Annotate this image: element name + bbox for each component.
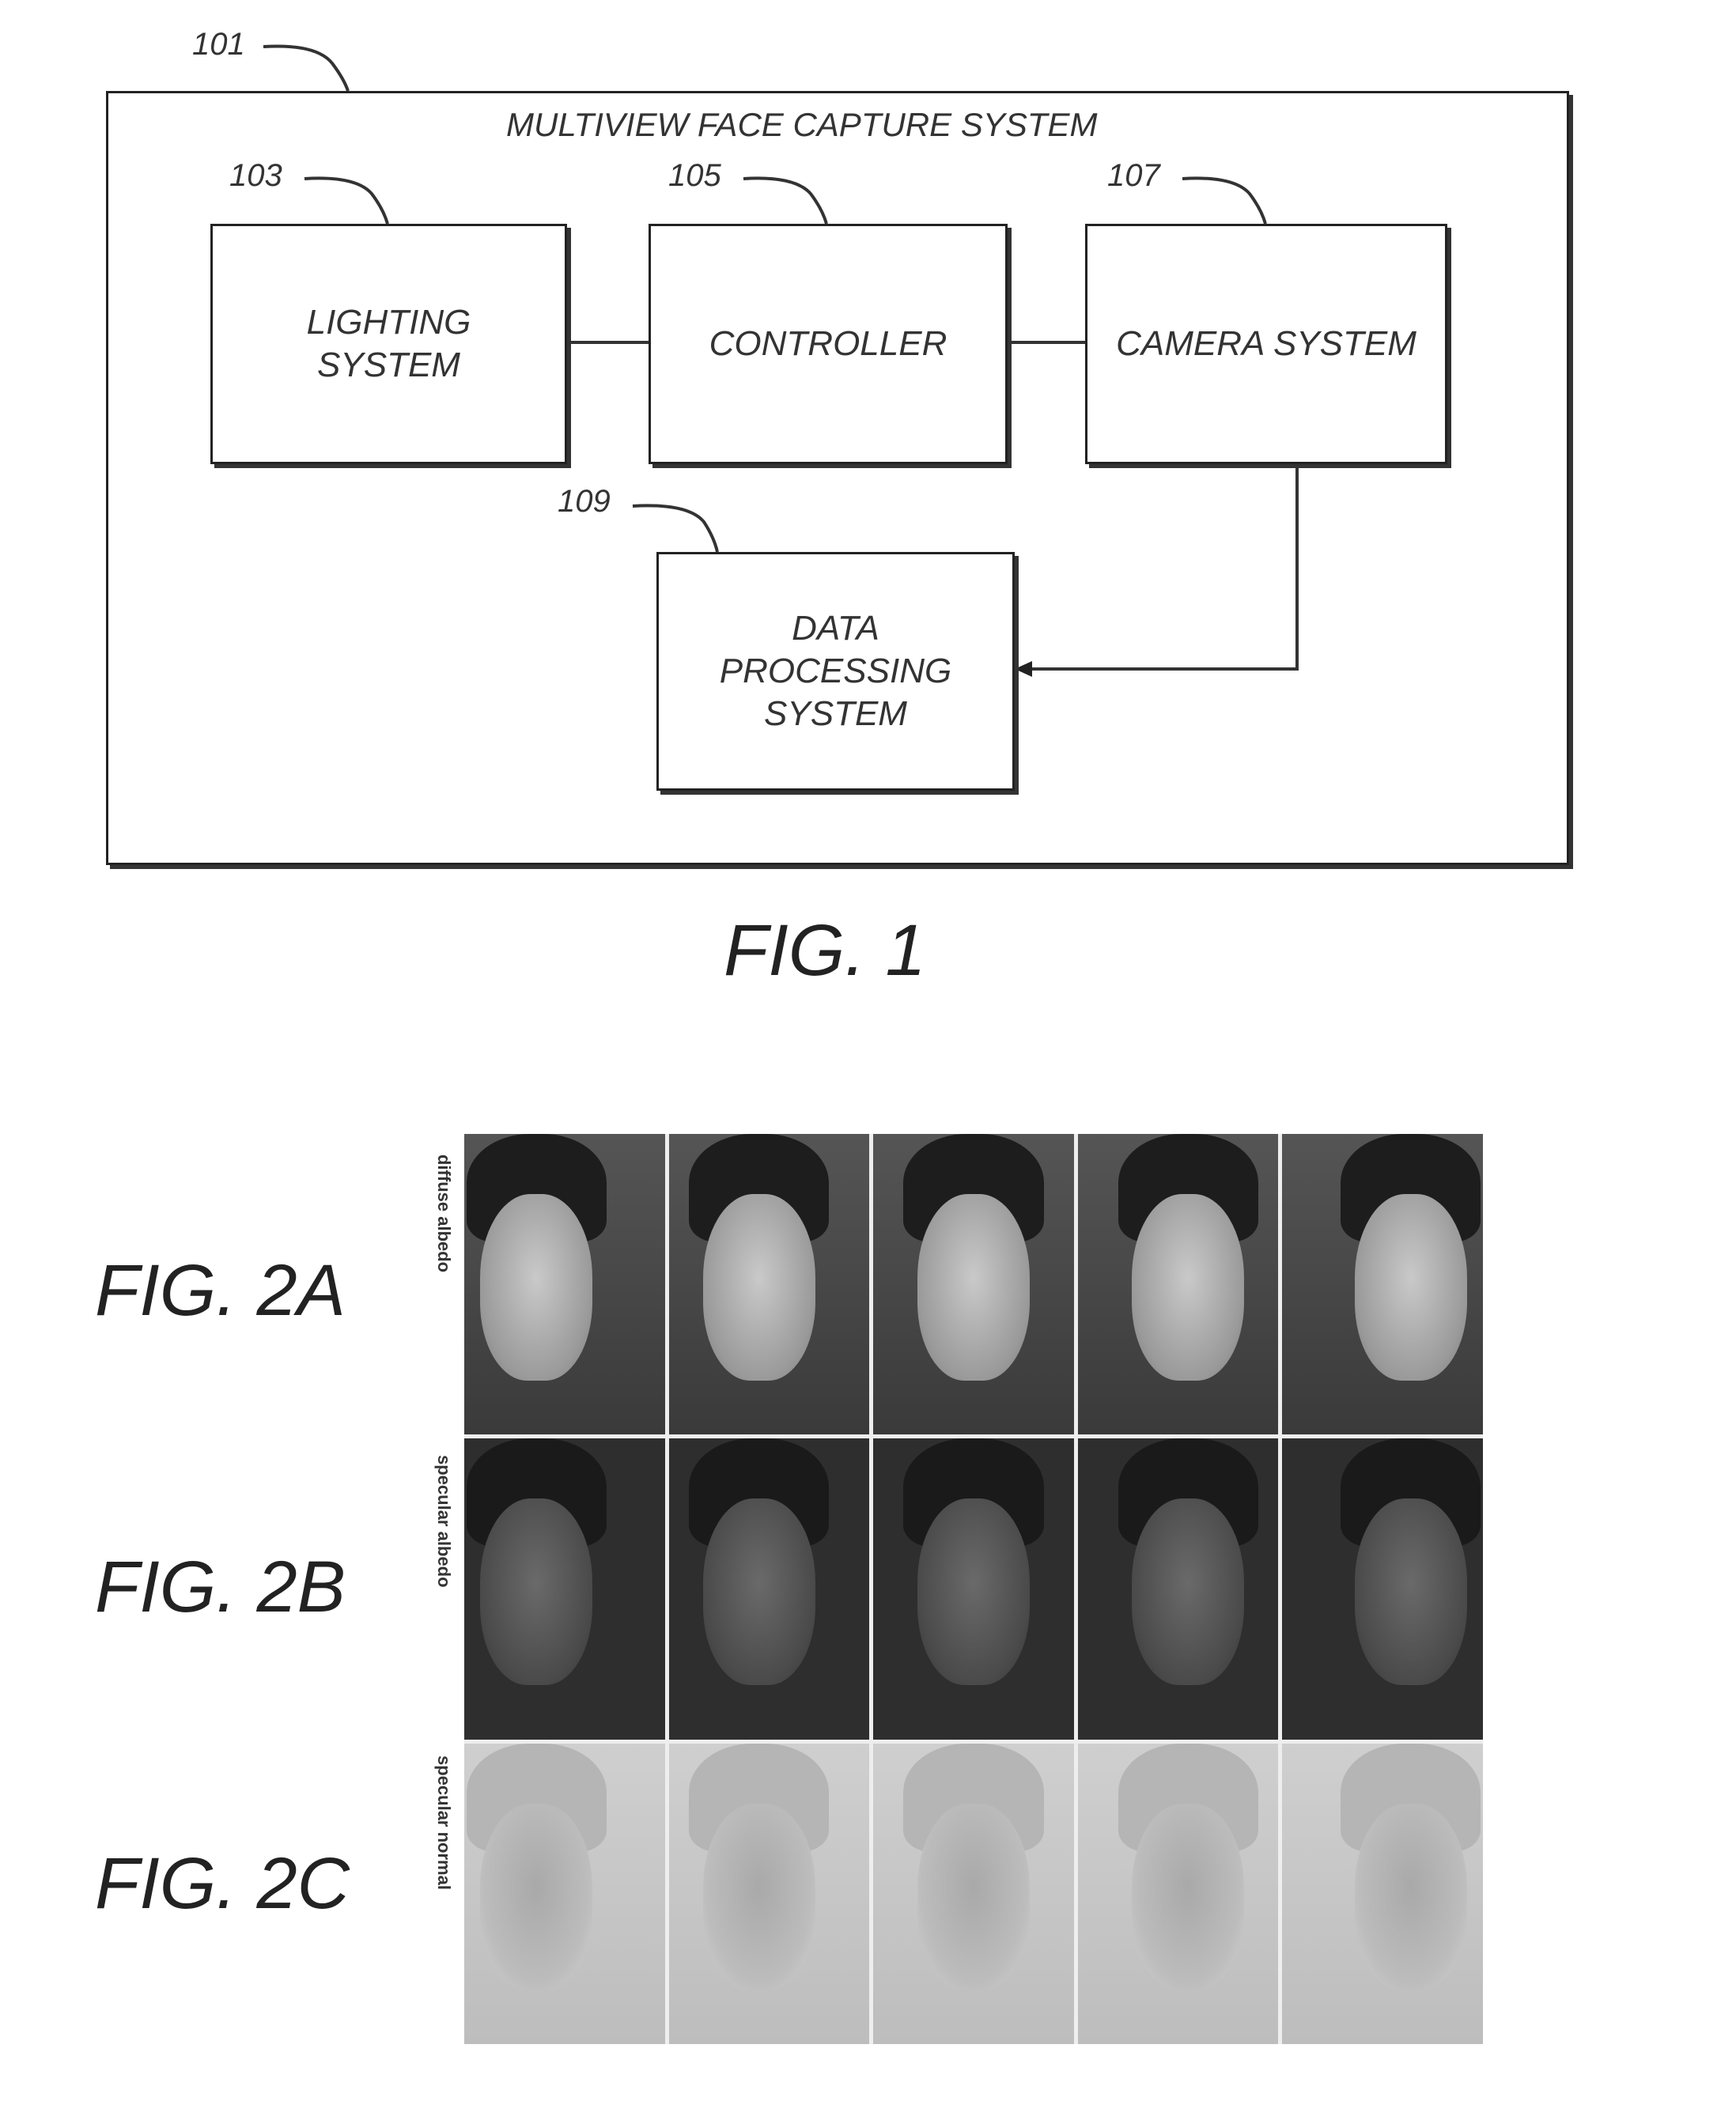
face-view-image <box>464 1438 665 1740</box>
label-line: CAMERA SYSTEM <box>1116 324 1416 363</box>
face-view-image <box>668 1438 870 1740</box>
face-shape <box>1132 1803 1245 1990</box>
face-view-image <box>1077 1134 1279 1435</box>
data-processing-label: DATA PROCESSING SYSTEM <box>659 607 1012 735</box>
face-shape <box>702 1194 815 1381</box>
face-view-image <box>1077 1743 1279 2044</box>
ref-101: 101 <box>192 27 245 62</box>
ref-107: 107 <box>1107 158 1160 193</box>
row-label-diffuse-albedo: diffuse albedo <box>434 1154 454 1273</box>
face-view-image <box>668 1134 870 1435</box>
ref-105: 105 <box>668 158 721 193</box>
ref-103: 103 <box>229 158 282 193</box>
face-image-grid <box>464 1134 1483 2044</box>
controller-label: CONTROLLER <box>651 323 1005 365</box>
controller-block: CONTROLLER <box>649 224 1008 464</box>
face-shape <box>1354 1803 1467 1990</box>
lighting-system-label: LIGHTING SYSTEM <box>213 301 565 387</box>
data-processing-block: DATA PROCESSING SYSTEM <box>656 552 1015 791</box>
face-shape <box>702 1498 815 1686</box>
fig2b-caption: FIG. 2B <box>95 1547 346 1627</box>
face-shape <box>917 1803 1030 1990</box>
face-view-image <box>1077 1438 1279 1740</box>
face-shape <box>917 1194 1030 1381</box>
row-label-specular-albedo: specular albedo <box>434 1455 454 1588</box>
system-title: MULTIVIEW FACE CAPTURE SYSTEM <box>506 106 1098 143</box>
face-view-image <box>464 1743 665 2044</box>
lighting-system-block: LIGHTING SYSTEM <box>210 224 567 464</box>
face-view-image <box>1282 1134 1483 1435</box>
label-line: SYSTEM <box>317 346 460 384</box>
fig1-caption: FIG. 1 <box>724 910 926 991</box>
fig2a-caption: FIG. 2A <box>95 1250 346 1331</box>
camera-system-block: CAMERA SYSTEM <box>1085 224 1447 464</box>
face-view-image <box>873 1438 1074 1740</box>
camera-system-label: CAMERA SYSTEM <box>1087 323 1445 365</box>
ref-109: 109 <box>558 484 611 519</box>
face-shape <box>1354 1194 1467 1381</box>
face-view-image <box>668 1743 870 2044</box>
face-shape <box>702 1803 815 1990</box>
face-shape <box>917 1498 1030 1686</box>
label-line: CONTROLLER <box>709 324 947 363</box>
face-view-image <box>873 1134 1074 1435</box>
label-line: SYSTEM <box>764 694 907 733</box>
face-view-image <box>1282 1438 1483 1740</box>
label-line: PROCESSING <box>719 652 952 690</box>
face-shape <box>480 1498 593 1686</box>
face-shape <box>1132 1194 1245 1381</box>
label-line: DATA <box>792 609 879 648</box>
face-shape <box>480 1194 593 1381</box>
face-shape <box>480 1803 593 1990</box>
face-shape <box>1132 1498 1245 1686</box>
face-shape <box>1354 1498 1467 1686</box>
face-view-image <box>464 1134 665 1435</box>
face-view-image <box>873 1743 1074 2044</box>
leader-101 <box>263 44 350 92</box>
row-label-specular-normal: specular normal <box>434 1755 454 1890</box>
label-line: LIGHTING <box>306 303 471 342</box>
fig2c-caption: FIG. 2C <box>95 1843 350 1924</box>
face-view-image <box>1282 1743 1483 2044</box>
